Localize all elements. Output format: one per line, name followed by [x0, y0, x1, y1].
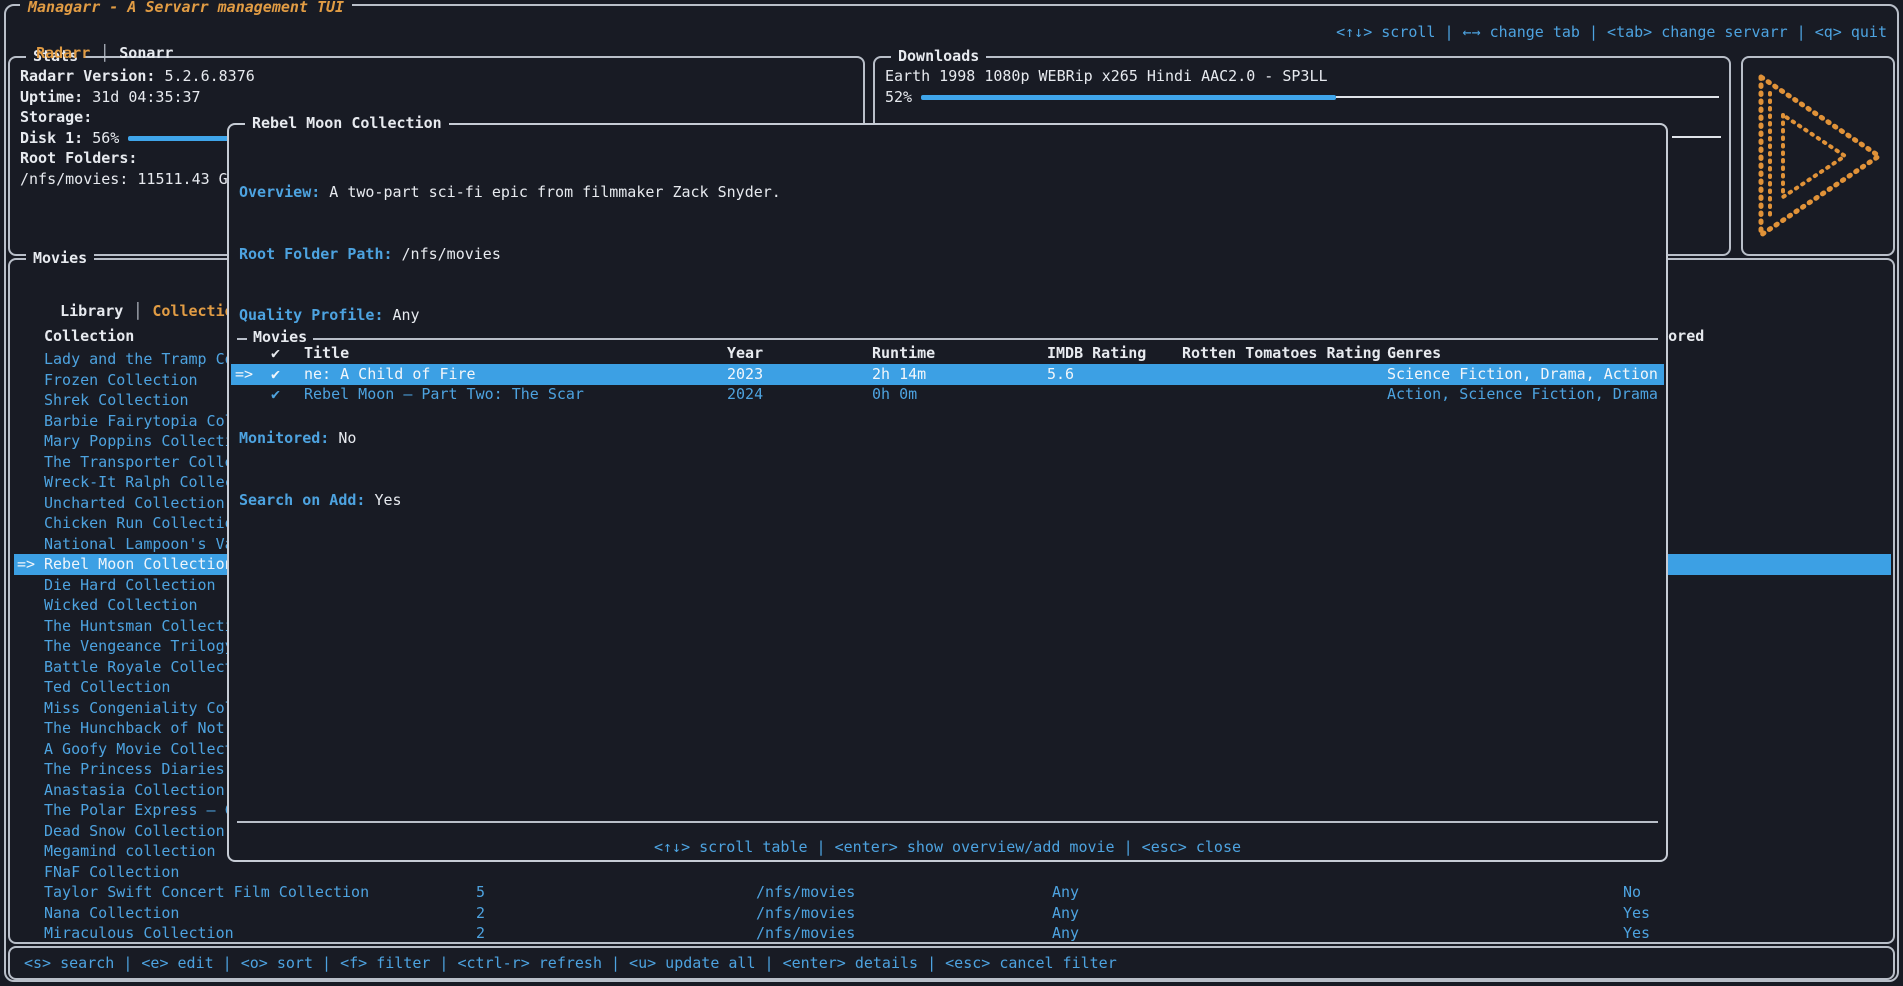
field-overview: Overview:A two-part sci-fi epic from fil… — [239, 182, 781, 203]
tab-separator: │ — [100, 44, 109, 62]
managarr-play-logo-icon — [1753, 71, 1887, 241]
collection-name: Chicken Run Collectio — [44, 513, 234, 534]
field-quality-profile: Quality Profile:Any — [239, 305, 781, 326]
movie-imdb-rating: 5.6 — [1047, 364, 1074, 385]
tab-radarr[interactable]: Radarr — [36, 44, 90, 62]
footer-keybar: <s> search | <e> edit | <o> sort | <f> f… — [8, 946, 1895, 980]
field-search-on-add: Search on Add:Yes — [239, 490, 781, 511]
collection-name: Battle Royale Collect — [44, 657, 234, 678]
collection-name: The Transporter Colle — [44, 452, 234, 473]
collection-movie-count: 2 — [476, 903, 485, 924]
movie-genres: Science Fiction, Drama, Action — [1387, 364, 1658, 385]
collection-name: The Hunchback of Notr — [44, 718, 234, 739]
logo-panel — [1741, 56, 1895, 256]
movies-table-header: ✔ Title Year Runtime IMDB Rating Rotten … — [231, 343, 1664, 364]
uptime-line: Uptime:31d 04:35:37 — [20, 87, 853, 108]
collection-monitored: Yes — [1623, 903, 1650, 924]
download-progress-gauge — [921, 95, 1719, 100]
column-header-collection: Collection — [44, 326, 134, 347]
collection-name: The Vengeance Trilogy — [44, 636, 234, 657]
movie-title: Rebel Moon – Part Two: The Scar — [304, 384, 584, 405]
collection-name: Barbie Fairytopia Col — [44, 411, 234, 432]
selection-arrow-icon: => — [17, 554, 35, 575]
collection-movie-count: 2 — [476, 923, 485, 944]
collection-name: Nana Collection — [44, 903, 179, 924]
tab-sonarr[interactable]: Sonarr — [119, 44, 173, 62]
collection-monitored: No — [1623, 882, 1641, 903]
collection-name: Uncharted Collection — [44, 493, 225, 514]
movie-runtime: 2h 14m — [872, 364, 926, 385]
movie-title: ne: A Child of Fire — [304, 364, 476, 385]
collection-name: Shrek Collection — [44, 390, 189, 411]
collection-root-folder: /nfs/movies — [756, 882, 855, 903]
movie-genres: Action, Science Fiction, Drama — [1387, 384, 1658, 405]
collection-row[interactable]: Nana Collection 2/nfs/movies Any Yes — [14, 903, 1891, 924]
field-monitored: Monitored:No — [239, 428, 781, 449]
movies-section-divider — [237, 338, 1658, 340]
collection-name: Dead Snow Collection — [44, 821, 225, 842]
collection-row[interactable]: Taylor Swift Concert Film Collection 5/nf… — [14, 882, 1891, 903]
collection-movie-count: 5 — [476, 882, 485, 903]
collection-name: Ted Collection — [44, 677, 170, 698]
collection-monitored: Yes — [1623, 923, 1650, 944]
collection-name: Die Hard Collection — [44, 575, 216, 596]
uptime-value: 31d 04:35:37 — [92, 88, 200, 106]
tab-library[interactable]: Library — [60, 302, 123, 320]
app-title: Managarr - A Servarr management TUI — [20, 0, 352, 18]
checkmark-icon: ✔ — [271, 384, 280, 405]
collection-name: Miss Congeniality Col — [44, 698, 234, 719]
downloads-panel-title: Downloads — [891, 46, 986, 67]
servarr-tabbar: Radarr │ Sonarr — [18, 22, 173, 63]
collection-name: Taylor Swift Concert Film Collection — [44, 882, 369, 903]
radarr-version-value: 5.2.6.8376 — [164, 67, 254, 85]
movies-panel-title: Movies — [26, 248, 94, 269]
modal-keybindings: <↑↓> scroll table | <enter> show overvie… — [229, 837, 1666, 858]
collection-name: Miraculous Collection — [44, 923, 234, 944]
collection-quality-profile: Any — [1052, 903, 1079, 924]
global-keybindings: <↑↓> scroll | ←→ change tab | <tab> chan… — [1336, 22, 1887, 43]
second-download-gauge-fragment — [1672, 136, 1721, 138]
collection-quality-profile: Any — [1052, 882, 1079, 903]
collection-name: A Goofy Movie Collect — [44, 739, 234, 760]
modal-title: Rebel Moon Collection — [245, 113, 449, 134]
collection-name: The Princess Diaries — [44, 759, 225, 780]
movie-year: 2023 — [727, 364, 763, 385]
collection-row[interactable]: Miraculous Collection 2/nfs/movies Any Yes — [14, 923, 1891, 944]
modal-bottom-divider — [237, 821, 1658, 823]
collection-name: Wreck-It Ralph Collec — [44, 472, 234, 493]
tab-separator: │ — [133, 302, 142, 320]
collection-root-folder: /nfs/movies — [756, 923, 855, 944]
collection-name: National Lampoon's Va — [44, 534, 234, 555]
collection-name: Lady and the Tramp Co — [44, 349, 234, 370]
radarr-version-line: Radarr Version:5.2.6.8376 — [20, 66, 853, 87]
collection-name: Wicked Collection — [44, 595, 198, 616]
movie-year: 2024 — [727, 384, 763, 405]
collection-name: Mary Poppins Collecti — [44, 431, 234, 452]
collection-row[interactable]: FNaF Collection — [14, 862, 1891, 883]
collection-name: The Huntsman Collecti — [44, 616, 234, 637]
collection-name: Megamind collection — [44, 841, 216, 862]
disk-percent: 56% — [92, 128, 119, 149]
collection-name: Frozen Collection — [44, 370, 198, 391]
collection-quality-profile: Any — [1052, 923, 1079, 944]
collection-name: The Polar Express – C — [44, 800, 234, 821]
field-root-folder-path: Root Folder Path:/nfs/movies — [239, 244, 781, 265]
collection-root-folder: /nfs/movies — [756, 903, 855, 924]
collection-name: FNaF Collection — [44, 862, 179, 883]
checkmark-icon: ✔ — [271, 364, 280, 385]
collection-details-modal: Rebel Moon Collection Overview:A two-par… — [227, 123, 1668, 862]
table-keybindings: <s> search | <e> edit | <o> sort | <f> f… — [24, 953, 1117, 974]
download-progress-line: 52% — [885, 87, 1719, 108]
download-percent: 52% — [885, 87, 912, 108]
movie-row[interactable]: ✔ Rebel Moon – Part Two: The Scar 2024 0… — [231, 384, 1664, 405]
download-item-name: Earth 1998 1080p WEBRip x265 Hindi AAC2.… — [885, 66, 1719, 87]
collection-name: Rebel Moon Collection — [44, 554, 234, 575]
movie-row[interactable]: => ✔ ne: A Child of Fire 2023 2h 14m 5.6… — [231, 364, 1664, 385]
collection-name: Anastasia Collection — [44, 780, 225, 801]
checkmark-icon: ✔ — [271, 343, 280, 364]
selection-arrow-icon: => — [235, 364, 253, 385]
movie-runtime: 0h 0m — [872, 384, 917, 405]
